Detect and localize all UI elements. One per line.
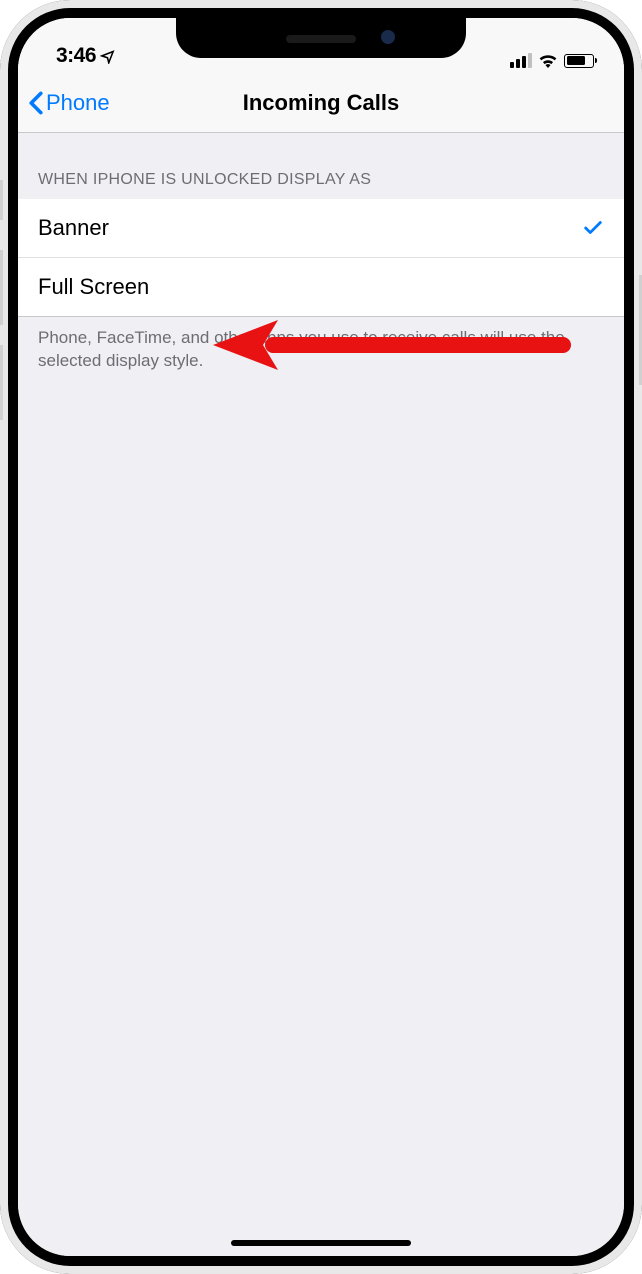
battery-icon xyxy=(564,54,594,68)
nav-bar: Phone Incoming Calls xyxy=(18,73,624,133)
phone-frame: 3:46 Phone Incoming Calls WHEN IPHONE xyxy=(0,0,642,1274)
status-time: 3:46 xyxy=(56,44,96,68)
back-button[interactable]: Phone xyxy=(28,90,110,116)
screen: 3:46 Phone Incoming Calls WHEN IPHONE xyxy=(18,18,624,1256)
cellular-signal-icon xyxy=(510,53,532,68)
option-label: Full Screen xyxy=(38,274,149,300)
option-label: Banner xyxy=(38,215,109,241)
back-label: Phone xyxy=(46,90,110,116)
volume-down-button xyxy=(0,345,3,420)
location-icon xyxy=(100,49,115,64)
wifi-icon xyxy=(538,53,558,68)
checkmark-icon xyxy=(582,217,604,239)
content: WHEN IPHONE IS UNLOCKED DISPLAY AS Banne… xyxy=(18,133,624,383)
mute-switch xyxy=(0,180,3,220)
status-bar-right xyxy=(510,53,594,68)
chevron-left-icon xyxy=(28,91,44,115)
notch xyxy=(176,18,466,58)
option-full-screen[interactable]: Full Screen xyxy=(18,258,624,317)
section-header: WHEN IPHONE IS UNLOCKED DISPLAY AS xyxy=(18,133,624,199)
status-bar-left: 3:46 xyxy=(56,44,115,68)
home-indicator[interactable] xyxy=(231,1240,411,1246)
option-banner[interactable]: Banner xyxy=(18,199,624,258)
volume-up-button xyxy=(0,250,3,325)
section-footer: Phone, FaceTime, and other apps you use … xyxy=(18,317,624,383)
